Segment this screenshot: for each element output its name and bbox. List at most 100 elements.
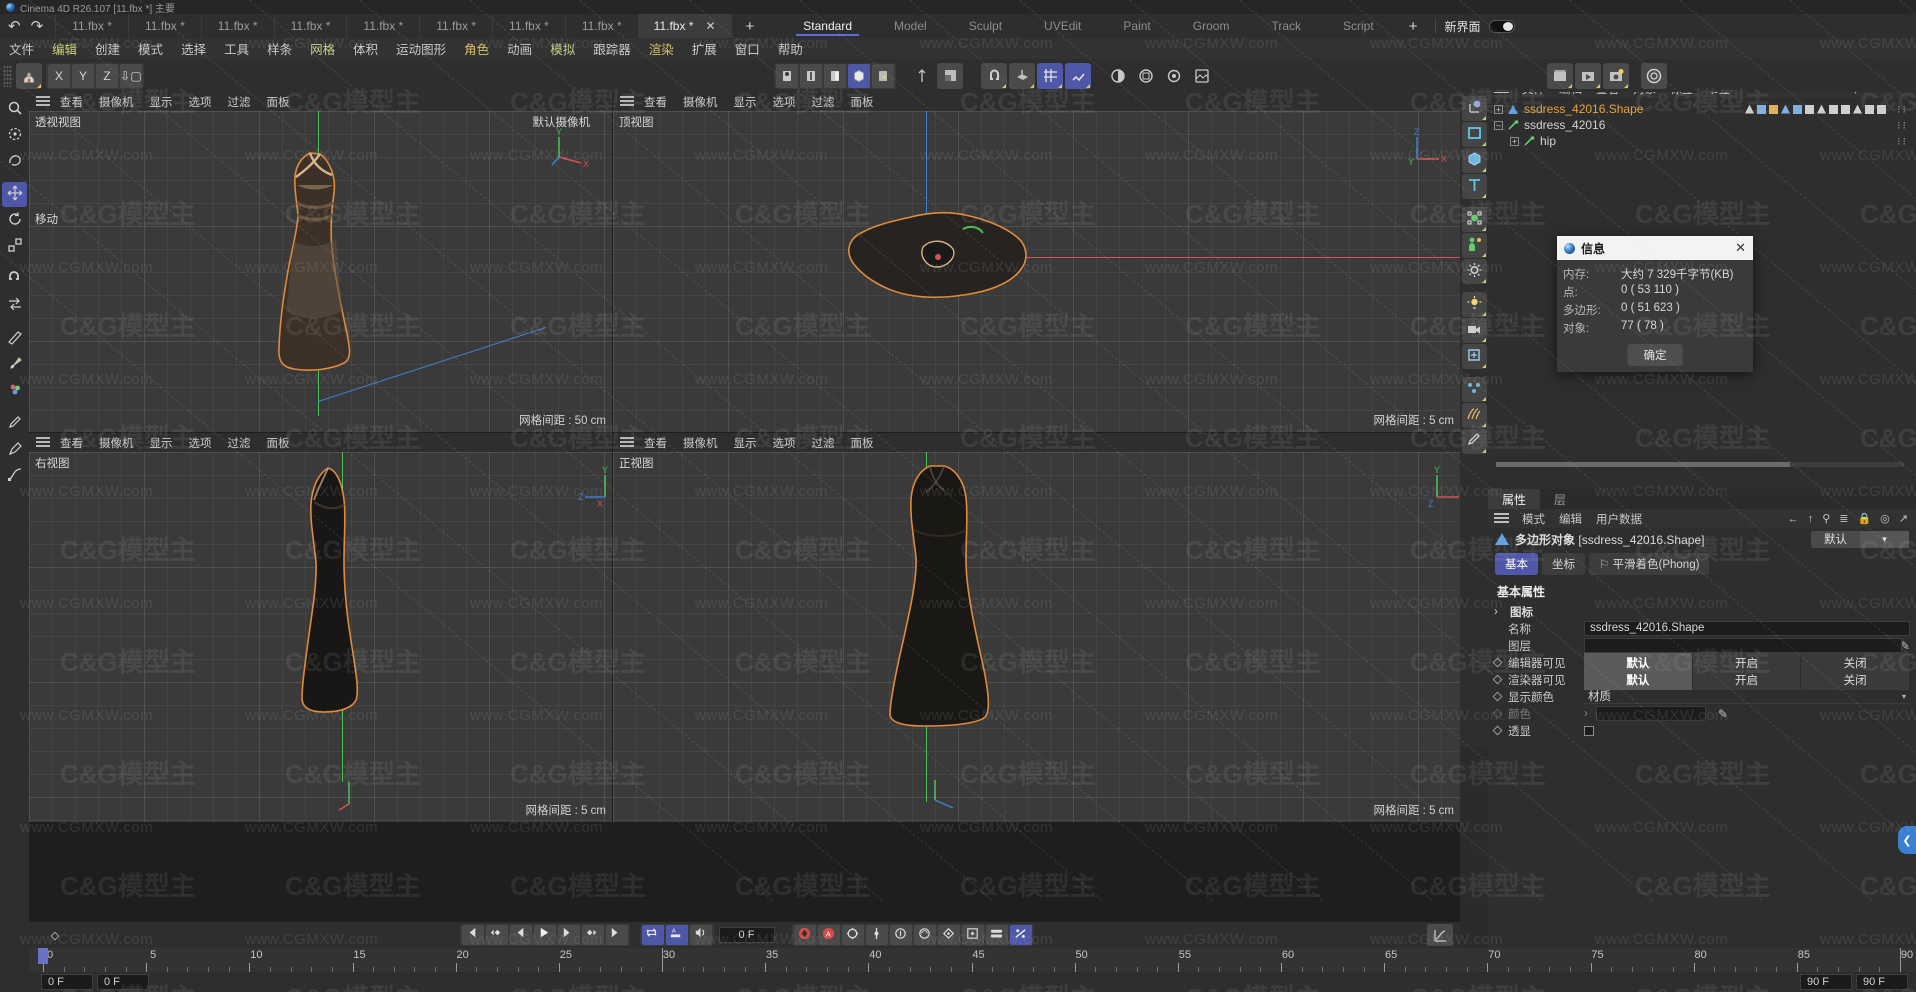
keyframe-diamond-icon[interactable] (1492, 708, 1503, 719)
combo-box[interactable]: 材质 ▾ (1584, 689, 1910, 704)
tool-move[interactable] (2, 182, 27, 207)
playhead[interactable] (38, 948, 48, 964)
tool-magnet[interactable] (2, 267, 27, 292)
menu-6[interactable]: 样条 (258, 39, 301, 58)
document-tab-7[interactable]: 11.fbx * (564, 14, 638, 38)
render-settings-button[interactable] (1161, 63, 1187, 89)
eyedropper-icon[interactable]: ✎ (1718, 707, 1728, 721)
menu-15[interactable]: 扩展 (683, 39, 726, 58)
document-tab-6[interactable]: 11.fbx * (492, 14, 565, 38)
viewport-menu-filter[interactable]: 过滤 (804, 94, 843, 110)
layout-tab-groom[interactable]: Groom (1172, 14, 1251, 38)
hamburger-icon[interactable] (618, 436, 636, 449)
object-tag[interactable] (1805, 104, 1814, 114)
document-tab-5[interactable]: 11.fbx * (419, 14, 492, 38)
viewport-menu-filter[interactable]: 过滤 (220, 94, 259, 110)
viewport-menu-display[interactable]: 显示 (142, 435, 181, 451)
layout-tab-script[interactable]: Script (1322, 14, 1395, 38)
keyframe-selection-button[interactable] (841, 925, 864, 945)
document-tab-3[interactable]: 11.fbx * (273, 14, 347, 38)
color-swatch[interactable] (1595, 706, 1706, 721)
tool-spline-primitive[interactable] (1461, 122, 1487, 147)
object-tag[interactable] (1745, 104, 1754, 114)
keyframe-diamond-icon[interactable] (1492, 674, 1503, 685)
viewport-front[interactable]: 查看 摄像机 显示 选项 过滤 面板 正视图 网格间距 : 5 cm Y X Z (613, 433, 1460, 822)
chevron-down-icon[interactable]: ▾ (1902, 692, 1910, 701)
popout-icon[interactable]: ↗ (1899, 512, 1908, 525)
tool-deformer[interactable] (1461, 207, 1487, 232)
current-frame-field[interactable]: 0 F (718, 927, 775, 943)
segment-option[interactable]: 开启 (1692, 669, 1802, 690)
render-region-button[interactable] (1133, 63, 1159, 89)
search-icon[interactable]: ⚲ (1822, 512, 1830, 525)
visibility-dots[interactable]: ⁝⁝ (1897, 119, 1908, 132)
tool-transfer[interactable] (2, 293, 27, 318)
lock-icon[interactable]: 🔒 (1857, 512, 1871, 525)
segment-option[interactable]: 默认 (1584, 669, 1693, 690)
viewport-menu-options[interactable]: 选项 (765, 94, 804, 110)
tool-null-object[interactable] (1461, 96, 1487, 121)
viewport-perspective-canvas[interactable]: 透视视图 默认摄像机 移动 网格间距 : 50 cm Y X (29, 111, 612, 432)
render-config-button[interactable] (1603, 62, 1629, 89)
filter-icon[interactable]: ≣ (1839, 512, 1848, 525)
undo-icon[interactable]: ↶ (8, 19, 21, 34)
model-mode-button[interactable] (848, 63, 870, 88)
object-tag[interactable] (1781, 104, 1790, 114)
object-tag[interactable] (1853, 104, 1862, 114)
viewport-menu-camera[interactable]: 摄像机 (675, 435, 726, 451)
chevron-right-icon[interactable]: › (1494, 606, 1506, 618)
viewport-menu-panel[interactable]: 面板 (843, 435, 882, 451)
preview-start-field[interactable]: 0 F (97, 974, 149, 990)
viewport-solo-button[interactable] (937, 62, 963, 89)
tool-text[interactable] (1461, 174, 1487, 199)
step-forward-button[interactable] (557, 925, 580, 945)
new-ui-toggle-group[interactable]: 新界面 (1440, 14, 1527, 38)
tool-live-selection[interactable] (2, 97, 27, 122)
render-view-button[interactable] (1105, 63, 1131, 89)
tool-edit[interactable] (1461, 429, 1487, 454)
icon-group[interactable]: › 图标 (1488, 603, 1916, 620)
expander-icon[interactable]: + (1510, 136, 1519, 146)
keyframe-diamond-icon[interactable]: ◇ (44, 925, 66, 945)
am-menu-userdata[interactable]: 用户数据 (1589, 511, 1649, 527)
tool-rotate[interactable] (2, 208, 27, 233)
new-ui-toggle[interactable] (1489, 19, 1516, 33)
tool-brush[interactable] (2, 352, 27, 377)
menu-10[interactable]: 角色 (455, 39, 498, 58)
document-tab-8[interactable]: 11.fbx * ✕ (637, 14, 732, 38)
start-frame-field[interactable]: 0 F (41, 974, 93, 990)
tool-color-palette[interactable] (2, 378, 27, 403)
x-axis-button[interactable]: X (48, 63, 70, 88)
object-tag[interactable] (1829, 104, 1838, 114)
material-button[interactable] (1189, 63, 1215, 89)
sound-track-button[interactable]: A (665, 925, 688, 945)
back-icon[interactable]: ← (1788, 513, 1799, 525)
snap-magnet-button[interactable] (981, 62, 1007, 89)
text-input[interactable]: ssdress_42016.Shape (1584, 621, 1910, 636)
document-tab-1[interactable]: 11.fbx * (127, 14, 201, 38)
level-key-button[interactable] (985, 925, 1008, 945)
viewport-top-canvas[interactable]: 顶视图 网格间距 : 5 cm Z X Y (613, 111, 1460, 432)
viewport-menu-options[interactable]: 选项 (181, 435, 220, 451)
viewport-top[interactable]: 查看 摄像机 显示 选项 过滤 面板 顶视图 网格间距 : 5 cm Z X Y (613, 92, 1460, 432)
edge-mode-button[interactable] (800, 63, 822, 88)
object-tag[interactable] (1841, 104, 1850, 114)
tool-xref[interactable] (1461, 344, 1487, 369)
viewport-menu-camera[interactable]: 摄像机 (91, 435, 142, 451)
object-tag[interactable] (1817, 104, 1826, 114)
dropdown-input[interactable] (1584, 638, 1902, 653)
am-subtab-1[interactable]: 坐标 (1542, 553, 1585, 575)
viewport-menu-camera[interactable]: 摄像机 (675, 94, 726, 110)
viewport-menu-panel[interactable]: 面板 (843, 94, 882, 110)
tool-circle-select[interactable] (2, 123, 27, 148)
menu-16[interactable]: 窗口 (726, 39, 769, 58)
menu-2[interactable]: 创建 (86, 39, 129, 58)
visibility-dots[interactable]: ⁝⁝ (1897, 135, 1908, 148)
workplane-button[interactable] (1009, 62, 1035, 89)
position-key-button[interactable] (865, 925, 888, 945)
viewport-right[interactable]: 查看 摄像机 显示 选项 过滤 面板 右视图 网格间距 : 5 cm Y Z X (29, 433, 612, 822)
attribute-preset-dropdown[interactable]: 默认 ▼ (1811, 530, 1909, 548)
menu-11[interactable]: 动画 (498, 39, 541, 58)
am-subtab-0[interactable]: 基本 (1495, 553, 1538, 575)
tool-character[interactable] (1461, 233, 1487, 258)
